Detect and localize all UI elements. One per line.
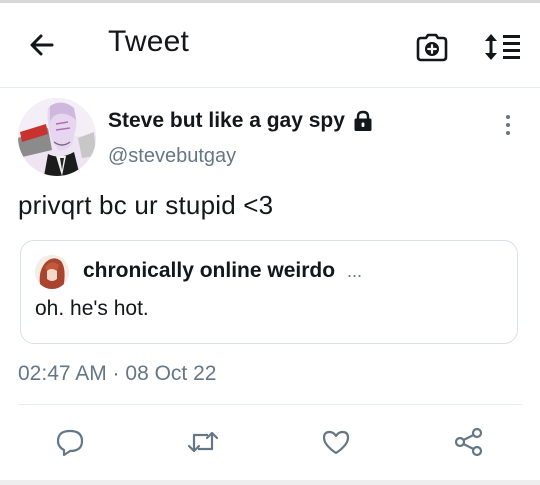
- reply-button[interactable]: [50, 422, 90, 462]
- more-dot: [506, 131, 510, 135]
- more-dot: [506, 115, 510, 119]
- back-button[interactable]: [24, 27, 60, 63]
- arrow-left-icon: [30, 34, 54, 56]
- avatar-image: [18, 98, 96, 176]
- sort-replies-button[interactable]: [482, 27, 524, 67]
- quoted-avatar-image: [35, 255, 69, 289]
- tweet-timestamp: 02:47 AM · 08 Oct 22: [18, 362, 217, 385]
- like-button[interactable]: [316, 422, 356, 462]
- page-title: Tweet: [108, 25, 190, 58]
- more-options-button[interactable]: [496, 108, 520, 142]
- share-button[interactable]: [449, 422, 489, 462]
- top-app-bar: Tweet: [0, 3, 540, 88]
- author-avatar[interactable]: [18, 98, 96, 176]
- quoted-author-name: chronically online weirdo: [83, 259, 336, 282]
- bottom-divider: [0, 480, 540, 485]
- lock-icon: [354, 110, 372, 131]
- share-icon: [454, 427, 483, 457]
- retweet-icon: [187, 431, 219, 453]
- quoted-tweet-card[interactable]: chronically online weirdo ... oh. he's h…: [20, 240, 518, 344]
- reply-icon: [56, 429, 84, 457]
- camera-button[interactable]: [412, 27, 452, 67]
- retweet-button[interactable]: [183, 422, 223, 462]
- more-dot: [506, 123, 510, 127]
- quoted-tweet-text: oh. he's hot.: [35, 297, 149, 320]
- camera-plus-icon: [416, 33, 448, 62]
- like-icon: [322, 430, 350, 455]
- sort-lines-icon: [485, 34, 520, 60]
- quoted-author-avatar: [35, 255, 69, 289]
- quoted-name-ellipsis: ...: [347, 261, 363, 281]
- actions-divider: [18, 404, 522, 405]
- author-name-text: Steve but like a gay spy: [108, 109, 345, 132]
- author-handle[interactable]: @stevebutgay: [108, 145, 236, 168]
- tweet-text: privqrt bc ur stupid <3: [18, 190, 274, 220]
- author-display-name[interactable]: Steve but like a gay spy: [108, 109, 373, 133]
